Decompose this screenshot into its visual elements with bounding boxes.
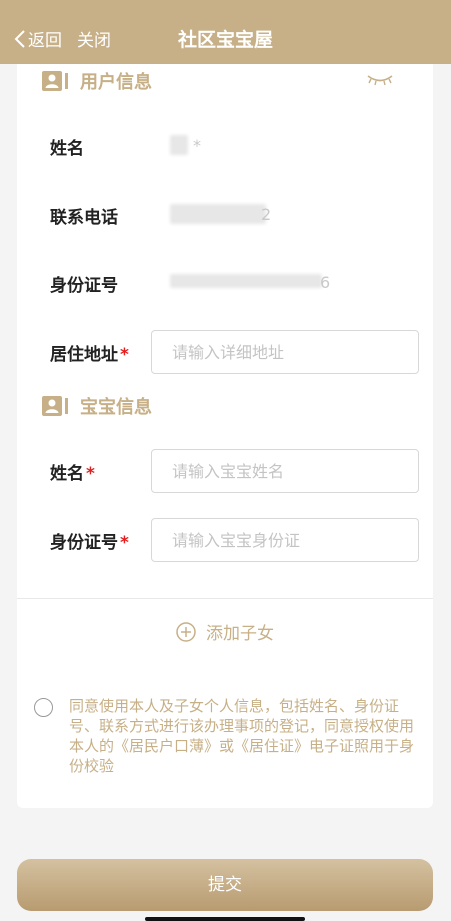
user-info-header: 用户信息 bbox=[42, 68, 152, 94]
baby-name-label-text: 姓名 bbox=[50, 464, 84, 484]
consent-row: 同意使用本人及子女个人信息，包括姓名、身份证号、联系方式进行该办理事项的登记，同… bbox=[34, 696, 421, 776]
id-card-icon bbox=[42, 71, 68, 91]
required-mark: * bbox=[120, 345, 129, 365]
required-mark: * bbox=[120, 533, 129, 553]
plus-circle-icon bbox=[176, 621, 196, 642]
page-title: 社区宝宝屋 bbox=[177, 29, 273, 51]
id-card-icon bbox=[42, 396, 68, 416]
add-child-button[interactable]: 添加子女 bbox=[17, 619, 433, 644]
phone-label: 联系电话 bbox=[50, 208, 118, 228]
submit-button[interactable]: 提交 bbox=[17, 859, 433, 911]
redacted-name bbox=[170, 135, 188, 155]
baby-id-label-text: 身份证号 bbox=[50, 533, 118, 553]
top-nav-bar: 返回 关闭 社区宝宝屋 bbox=[0, 0, 451, 64]
baby-id-input[interactable] bbox=[151, 518, 419, 562]
user-name-value: * bbox=[193, 136, 201, 155]
baby-name-label: 姓名 * bbox=[50, 459, 95, 484]
user-info-title: 用户信息 bbox=[80, 72, 152, 93]
home-indicator bbox=[145, 917, 305, 921]
baby-name-input[interactable] bbox=[151, 449, 419, 493]
user-id-label: 身份证号 bbox=[50, 276, 118, 296]
address-label-text: 居住地址 bbox=[50, 345, 118, 365]
baby-id-label: 身份证号 * bbox=[50, 528, 129, 553]
required-mark: * bbox=[86, 464, 95, 484]
form-card: 用户信息 姓名 * 联系电话 2 身份证号 6 居住地址* 宝宝信息 姓名* 身… bbox=[17, 64, 433, 808]
user-name-label: 姓名 bbox=[50, 139, 84, 159]
consent-radio[interactable] bbox=[34, 698, 53, 717]
phone-value: 2 bbox=[261, 205, 272, 224]
user-id-value: 6 bbox=[320, 273, 331, 292]
address-input[interactable] bbox=[151, 330, 419, 374]
address-label: 居住地址 * bbox=[50, 340, 129, 365]
redacted-id bbox=[170, 274, 322, 288]
add-child-label: 添加子女 bbox=[206, 624, 274, 644]
baby-info-title: 宝宝信息 bbox=[80, 397, 152, 418]
redacted-phone bbox=[170, 204, 266, 224]
eye-closed-icon[interactable] bbox=[366, 72, 394, 91]
baby-info-header: 宝宝信息 bbox=[42, 393, 152, 419]
divider bbox=[17, 598, 433, 599]
consent-text: 同意使用本人及子女个人信息，包括姓名、身份证号、联系方式进行该办理事项的登记，同… bbox=[69, 697, 415, 775]
